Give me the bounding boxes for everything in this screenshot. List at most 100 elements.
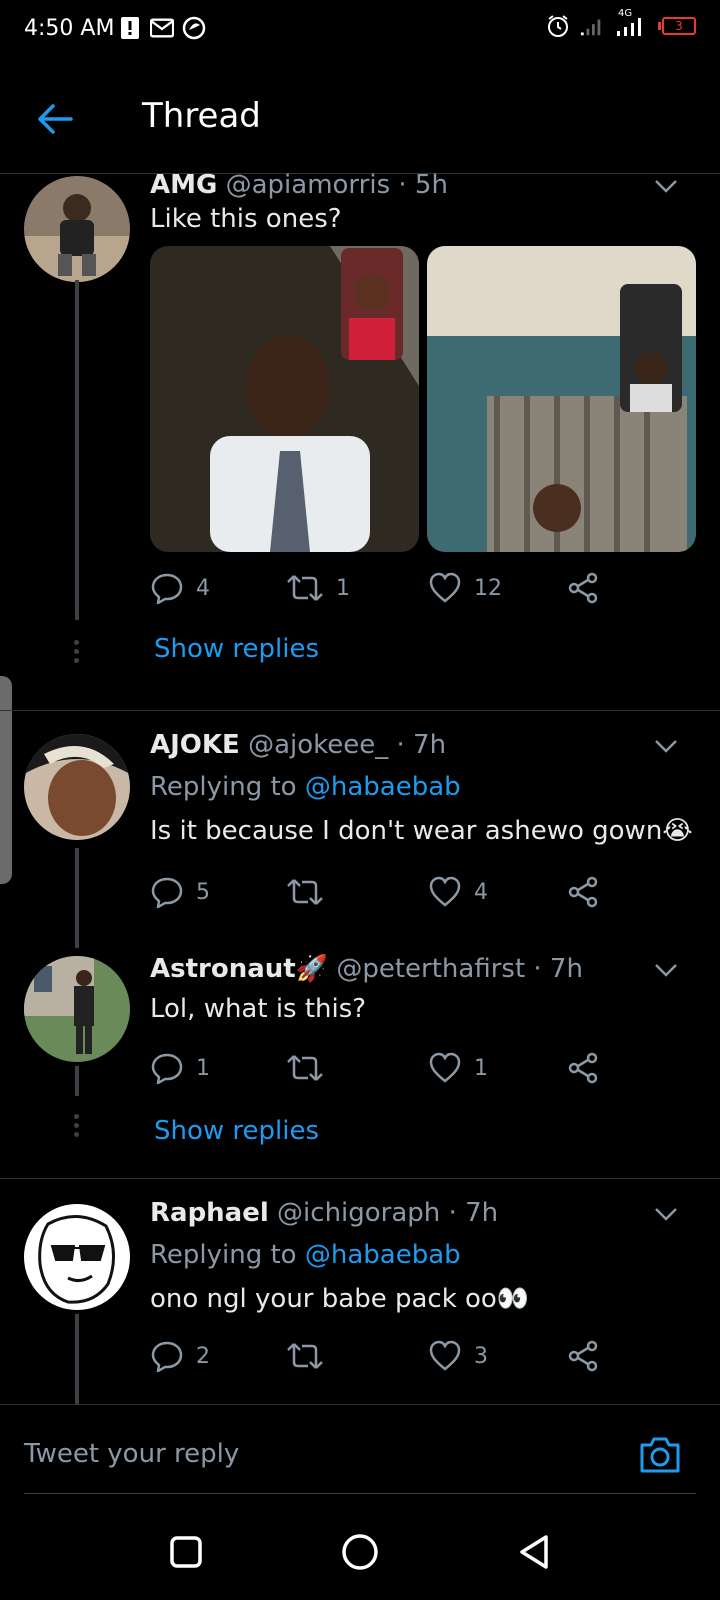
retweet-icon [287, 1343, 323, 1369]
composer-underline [24, 1493, 696, 1494]
page-title: Thread [142, 96, 261, 136]
reply-composer: Tweet your reply [0, 1404, 720, 1500]
mail-icon [150, 16, 174, 40]
reply-button[interactable]: 1 [150, 1050, 210, 1086]
tweet-media [150, 246, 696, 552]
thread-line [75, 1066, 79, 1096]
like-button[interactable]: 12 [428, 570, 502, 606]
author-handle[interactable]: @ichigoraph [277, 1198, 440, 1228]
tweet-header: Astronaut🚀 @peterthafirst · 7h [150, 954, 583, 984]
retweet-button[interactable]: 1 [286, 570, 350, 606]
avatar[interactable] [24, 1204, 130, 1310]
chevron-down-icon[interactable] [652, 732, 680, 760]
tweet-actions: 5 4 [150, 874, 620, 910]
app-icon [182, 16, 206, 40]
reply-count: 4 [196, 575, 210, 601]
media-image-1[interactable] [150, 246, 419, 552]
reply-count: 2 [196, 1343, 210, 1369]
author-name[interactable]: AJOKE [150, 730, 240, 760]
avatar[interactable] [24, 176, 130, 282]
thread-line [75, 1314, 79, 1404]
battery-icon: 3 [658, 17, 696, 35]
show-replies-link[interactable]: Show replies [154, 634, 319, 664]
status-bar: 4:50 AM 4G 3 [0, 0, 720, 64]
author-handle[interactable]: @peterthafirst [336, 954, 525, 984]
like-button[interactable]: 4 [428, 874, 488, 910]
share-icon [568, 1340, 598, 1372]
retweet-button[interactable] [286, 1050, 336, 1086]
tweet-astronaut[interactable]: Astronaut🚀 @peterthafirst · 7h Lol, what… [0, 954, 720, 1154]
reply-button[interactable]: 2 [150, 1338, 210, 1374]
status-time: 4:50 AM [24, 16, 115, 41]
thread-dots [74, 640, 80, 663]
retweet-button[interactable] [286, 1338, 336, 1374]
tweet-header: Raphael @ichigoraph · 7h [150, 1198, 498, 1228]
share-button[interactable] [566, 570, 600, 606]
show-replies-link[interactable]: Show replies [154, 1116, 319, 1146]
heart-icon [429, 1340, 461, 1371]
signal-4g-icon: 4G [614, 8, 648, 38]
share-icon [568, 876, 598, 908]
chevron-down-icon[interactable] [652, 1200, 680, 1228]
author-handle[interactable]: @apiamorris [226, 170, 391, 200]
replying-prefix: Replying to [150, 1240, 297, 1270]
like-button[interactable]: 3 [428, 1338, 488, 1374]
heart-icon [429, 876, 461, 907]
chevron-down-icon[interactable] [652, 172, 680, 200]
reply-input[interactable]: Tweet your reply [24, 1417, 624, 1487]
heart-icon [429, 572, 461, 603]
mention-link[interactable]: @habaebab [305, 1240, 461, 1270]
back-arrow-icon [38, 104, 73, 134]
tweet-header: AJOKE @ajokeee_ · 7h [150, 730, 446, 760]
tweet-actions: 4 1 12 [150, 570, 620, 606]
author-name[interactable]: Astronaut🚀 [150, 954, 328, 984]
camera-button[interactable] [638, 1435, 682, 1479]
tweet-raphael[interactable]: Raphael @ichigoraph · 7h Replying to @ha… [0, 1198, 720, 1404]
recents-square-icon [170, 1536, 202, 1568]
tweet-text: Lol, what is this? [150, 994, 367, 1024]
heart-icon [429, 1052, 461, 1083]
tweet-actions: 2 3 [150, 1338, 620, 1374]
share-button[interactable] [566, 874, 600, 910]
reply-button[interactable]: 4 [150, 570, 210, 606]
system-nav-bar [0, 1500, 720, 1600]
tweet-actions: 1 1 [150, 1050, 620, 1086]
tweet-time: · 5h [398, 170, 448, 200]
alarm-icon [546, 14, 570, 38]
share-button[interactable] [566, 1050, 600, 1086]
signal-icon [580, 14, 604, 38]
thread-line [75, 848, 79, 948]
author-name[interactable]: Raphael [150, 1198, 269, 1228]
like-button[interactable]: 1 [428, 1050, 488, 1086]
back-nav-button[interactable] [512, 1530, 556, 1574]
author-handle[interactable]: @ajokeee_ [248, 730, 388, 760]
mention-link[interactable]: @habaebab [305, 772, 461, 802]
media-image-2[interactable] [427, 246, 696, 552]
author-name[interactable]: AMG [150, 170, 217, 200]
tweet-ajoke[interactable]: AJOKE @ajokeee_ · 7h Replying to @habaeb… [0, 730, 720, 948]
recents-button[interactable] [164, 1530, 208, 1574]
avatar[interactable] [24, 734, 130, 840]
back-button[interactable] [30, 94, 80, 144]
pip-video [341, 248, 403, 360]
avatar[interactable] [24, 956, 130, 1062]
home-button[interactable] [338, 1530, 382, 1574]
like-count: 4 [474, 879, 488, 905]
pip-video [620, 284, 682, 412]
chevron-down-icon[interactable] [652, 956, 680, 984]
alert-icon [118, 16, 142, 40]
reply-button[interactable]: 5 [150, 874, 210, 910]
retweet-button[interactable] [286, 874, 336, 910]
reply-icon [151, 573, 183, 604]
back-triangle-icon [520, 1535, 548, 1569]
replying-prefix: Replying to [150, 772, 297, 802]
tweet-amg[interactable]: AMG @apiamorris · 5h Like this ones? 4 1 [0, 170, 720, 710]
reply-icon [151, 877, 183, 908]
reply-count: 5 [196, 879, 210, 905]
share-icon [568, 572, 598, 604]
share-button[interactable] [566, 1338, 600, 1374]
retweet-icon [287, 879, 323, 905]
reply-icon [151, 1341, 183, 1372]
tweet-text: Like this ones? [150, 204, 342, 234]
camera-icon [640, 1437, 680, 1473]
